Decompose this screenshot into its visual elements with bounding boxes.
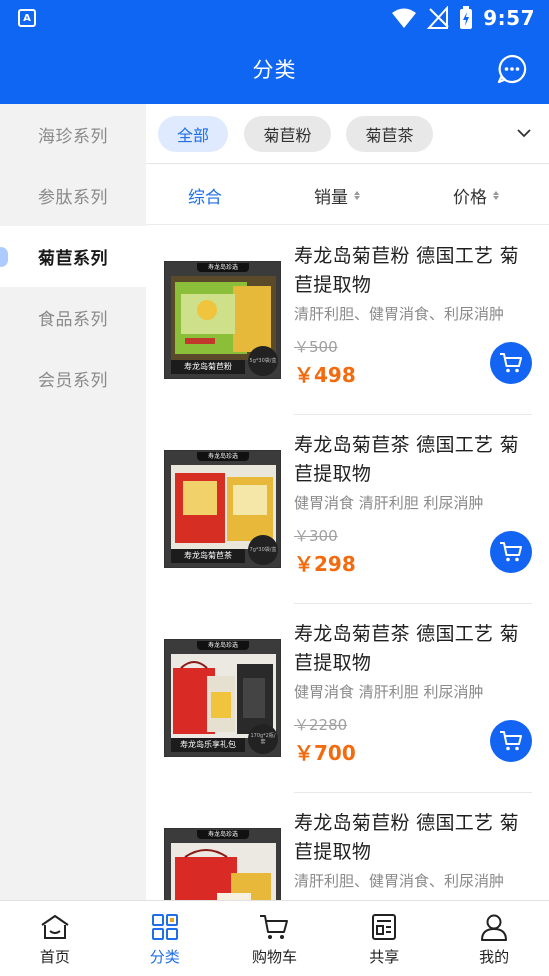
sidebar-item-huiyuan[interactable]: 会员系列: [0, 348, 146, 409]
product-card[interactable]: 寿龙岛珍选 寿龙岛菊苣粉 5g*30袋/盒 寿龙岛菊苣粉 德国工艺 菊苣提取物 …: [146, 226, 549, 415]
tab-label: 首页: [39, 948, 70, 966]
sort-price-label: 价格: [453, 188, 487, 208]
chevron-down-icon[interactable]: [515, 124, 533, 142]
product-image-spec: 5g*30袋/盒: [248, 346, 278, 376]
tab-label: 共享: [369, 948, 400, 966]
product-image-spec: 170g*2瓶/套: [248, 724, 278, 754]
sort-sales[interactable]: 销量: [314, 183, 360, 208]
product-description: 清肝利胆、健胃消食、利尿消肿: [294, 872, 505, 890]
product-image-label: 寿龙岛菊苣茶: [171, 549, 245, 563]
product-original-price: ￥300: [294, 527, 338, 545]
user-icon: [481, 914, 508, 941]
wifi-icon: [392, 8, 417, 28]
sidebar-item-label: 会员系列: [38, 371, 108, 391]
product-package-graphic: [171, 843, 276, 900]
product-image: 寿龙岛珍选 寿龙岛菊苣粉 5g*30袋/盒: [164, 261, 281, 379]
category-icon: [151, 914, 178, 940]
product-price: ￥700: [294, 741, 356, 765]
tab-mine[interactable]: 我的: [439, 901, 549, 976]
sort-arrows-icon: [354, 191, 360, 200]
tag-all[interactable]: 全部: [158, 116, 228, 152]
product-title: 寿龙岛菊苣茶 德国工艺 菊苣提取物: [294, 623, 519, 674]
tab-category[interactable]: 分类: [110, 901, 220, 976]
product-original-price: ￥500: [294, 338, 338, 356]
page-title: 分类: [252, 58, 297, 82]
tab-label: 分类: [149, 948, 180, 966]
product-price: ￥498: [294, 363, 356, 387]
product-image: 寿龙岛珍选 寿龙岛菊苣茶 7g*30袋/盒: [164, 450, 281, 568]
product-card[interactable]: 寿龙岛珍选 寿龙岛菊苣粉 德国工艺 菊苣提取物 清肝利胆、健胃消食、利尿消肿: [146, 793, 549, 900]
cart-icon: [260, 915, 289, 939]
app-notification-icon: A: [18, 9, 36, 27]
product-title: 寿龙岛菊苣茶 德国工艺 菊苣提取物: [294, 434, 519, 485]
cart-icon: [500, 542, 522, 562]
category-sidebar: 海珍系列 参肽系列 菊苣系列 食品系列 会员系列: [0, 104, 146, 900]
sidebar-item-label: 食品系列: [38, 310, 108, 330]
sidebar-item-label: 海珍系列: [38, 127, 108, 147]
signal-off-icon: [427, 6, 449, 29]
product-price: ￥298: [294, 552, 356, 576]
product-image-spec: 7g*30袋/盒: [248, 535, 278, 565]
product-image-brand: 寿龙岛珍选: [197, 830, 249, 839]
cart-icon: [500, 353, 522, 373]
share-icon: [372, 914, 397, 940]
product-title: 寿龙岛菊苣粉 德国工艺 菊苣提取物: [294, 245, 519, 296]
product-image: 寿龙岛珍选: [164, 828, 281, 900]
product-image-label: 寿龙岛乐享礼包: [171, 738, 245, 752]
sort-arrows-icon: [493, 191, 499, 200]
sort-sales-label: 销量: [314, 188, 348, 208]
top-bar: A 9:57 分类: [0, 0, 549, 104]
status-right: 9:57: [391, 3, 535, 33]
product-image-label: 寿龙岛菊苣粉: [171, 360, 245, 374]
sort-comprehensive[interactable]: 综合: [188, 183, 222, 208]
active-indicator: [0, 247, 8, 267]
sidebar-item-label: 菊苣系列: [38, 249, 108, 269]
tab-label: 我的: [479, 948, 510, 966]
app-root: A 9:57 分类 海珍系列 参肽系列 菊苣系列 食品系列 会员系列 全部 菊苣…: [0, 0, 549, 976]
tab-cart[interactable]: 购物车: [220, 901, 330, 976]
product-image-brand: 寿龙岛珍选: [197, 641, 249, 650]
sidebar-item-juju[interactable]: 菊苣系列: [0, 226, 146, 287]
add-to-cart-button[interactable]: [490, 720, 532, 762]
product-image-brand: 寿龙岛珍选: [197, 263, 249, 272]
sort-bar: 综合 销量 价格: [146, 165, 549, 225]
sidebar-item-haizhen[interactable]: 海珍系列: [0, 104, 146, 165]
status-time: 9:57: [483, 6, 535, 30]
status-bar: A 9:57: [0, 0, 549, 36]
tab-share[interactable]: 共享: [329, 901, 439, 976]
product-image: 寿龙岛珍选 寿龙岛乐享礼包 170g*2瓶/套: [164, 639, 281, 757]
product-description: 清肝利胆、健胃消食、利尿消肿: [294, 305, 505, 323]
tab-label: 购物车: [251, 948, 297, 966]
sort-price[interactable]: 价格: [453, 183, 499, 208]
product-card[interactable]: 寿龙岛珍选 寿龙岛菊苣茶 7g*30袋/盒 寿龙岛菊苣茶 德国工艺 菊苣提取物 …: [146, 415, 549, 604]
product-card[interactable]: 寿龙岛珍选 寿龙岛乐享礼包 170g*2瓶/套 寿龙岛菊苣茶 德国工艺 菊苣提取…: [146, 604, 549, 793]
bottom-tab-bar: 首页 分类 购物车 共享 我的: [0, 900, 549, 976]
add-to-cart-button[interactable]: [490, 342, 532, 384]
battery-charging-icon: [460, 6, 473, 29]
tab-home[interactable]: 首页: [0, 901, 110, 976]
product-list: 寿龙岛珍选 寿龙岛菊苣粉 5g*30袋/盒 寿龙岛菊苣粉 德国工艺 菊苣提取物 …: [146, 226, 549, 900]
message-icon[interactable]: [497, 54, 527, 84]
sort-comprehensive-label: 综合: [188, 188, 222, 208]
sidebar-item-label: 参肽系列: [38, 188, 108, 208]
sidebar-item-shentai[interactable]: 参肽系列: [0, 165, 146, 226]
cart-icon: [500, 731, 522, 751]
product-image-brand: 寿龙岛珍选: [197, 452, 249, 461]
product-original-price: ￥2280: [294, 716, 348, 734]
home-icon: [41, 915, 69, 939]
filter-tags: 全部 菊苣粉 菊苣茶: [146, 104, 549, 164]
add-to-cart-button[interactable]: [490, 531, 532, 573]
product-description: 健胃消食 清肝利胆 利尿消肿: [294, 494, 484, 512]
product-description: 健胃消食 清肝利胆 利尿消肿: [294, 683, 484, 701]
product-title: 寿龙岛菊苣粉 德国工艺 菊苣提取物: [294, 812, 519, 863]
tag-chicory-powder[interactable]: 菊苣粉: [244, 116, 331, 152]
tag-chicory-tea[interactable]: 菊苣茶: [346, 116, 433, 152]
sidebar-item-shipin[interactable]: 食品系列: [0, 287, 146, 348]
